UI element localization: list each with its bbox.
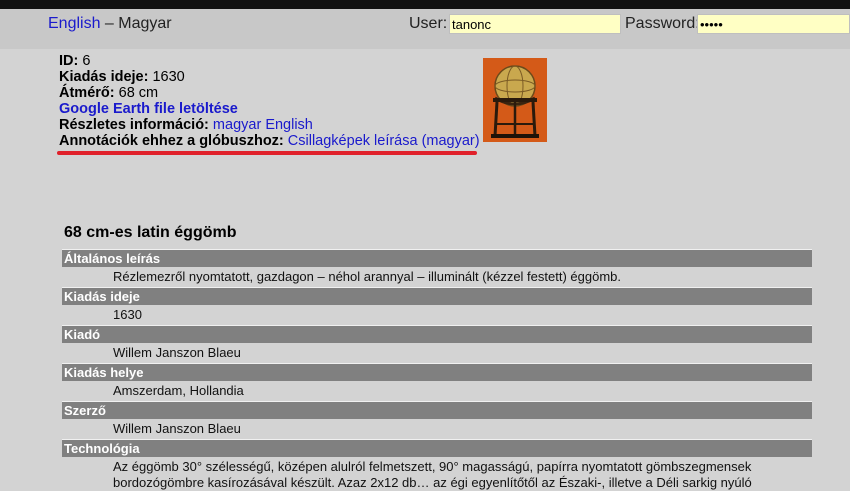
globe-thumbnail[interactable] <box>483 58 547 142</box>
section-technology-body: Az éggömb 30° szélességű, középen alulró… <box>113 459 752 490</box>
section-place-body: Amszerdam, Hollandia <box>113 383 244 398</box>
google-earth-download-link[interactable]: Google Earth file letöltése <box>59 101 238 117</box>
password-label: Password: <box>625 15 700 32</box>
details-link-english[interactable]: English <box>265 117 313 133</box>
section-publisher-body: Willem Janszon Blaeu <box>113 345 241 360</box>
section-year-head: Kiadás ideje <box>62 287 812 305</box>
annotations-link[interactable]: Csillagképek leírása (magyar) <box>288 133 480 149</box>
lang-english-link[interactable]: English <box>48 15 100 32</box>
id-value: 6 <box>82 53 91 69</box>
section-place-head: Kiadás helye <box>62 363 812 381</box>
user-input[interactable] <box>449 14 621 34</box>
password-input[interactable] <box>697 14 850 34</box>
diameter-value: 68 cm <box>118 85 159 101</box>
header-bar: English – Magyar User: Password: <box>0 9 850 49</box>
red-highlight-underline <box>57 151 477 155</box>
globe-title: 68 cm-es latin éggömb <box>64 224 237 241</box>
language-switcher: English – Magyar <box>48 15 172 33</box>
year-label: Kiadás ideje: <box>59 69 149 85</box>
section-author-body: Willem Janszon Blaeu <box>113 421 241 436</box>
year-value: 1630 <box>152 69 185 85</box>
diameter-label: Átmérő: <box>59 85 115 101</box>
section-year-body: 1630 <box>113 307 142 322</box>
section-general-body: Rézlemezről nyomtatott, gazdagon – néhol… <box>113 269 621 284</box>
section-technology-head: Technológia <box>62 439 812 457</box>
top-black-bar <box>0 0 850 9</box>
section-author-head: Szerző <box>62 401 812 419</box>
details-table: Általános leírás Rézlemezről nyomtatott,… <box>62 249 812 491</box>
section-general-head: Általános leírás <box>62 249 812 267</box>
details-link-magyar[interactable]: magyar <box>213 117 261 133</box>
lang-separator: – <box>100 15 119 32</box>
section-publisher-head: Kiadó <box>62 325 812 343</box>
id-label: ID: <box>59 53 79 69</box>
user-label: User: <box>409 15 448 32</box>
annotations-label: Annotációk ehhez a glóbuszhoz: <box>59 133 284 149</box>
details-label: Részletes információ: <box>59 117 209 133</box>
lang-magyar-current: Magyar <box>118 15 172 32</box>
globe-info-block: ID: 6 Kiadás ideje: 1630 Átmérő: 68 cm G… <box>59 53 480 149</box>
